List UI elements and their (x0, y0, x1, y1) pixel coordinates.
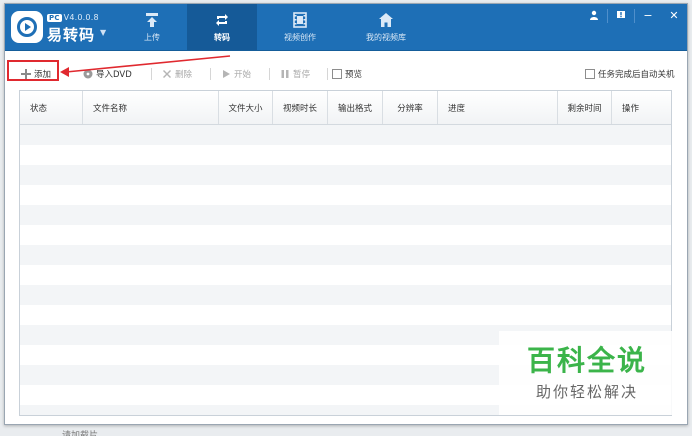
table-row (20, 165, 671, 185)
column-header-status[interactable]: 状态 (20, 91, 83, 124)
table-row (20, 125, 671, 145)
app-logo (11, 11, 43, 43)
preview-checkbox[interactable]: 预览 (332, 67, 362, 81)
tab-my-library[interactable]: 我的视频库 (343, 4, 429, 50)
convert-icon (214, 11, 230, 29)
minimize-button[interactable]: − (635, 4, 661, 26)
version-label: PC V4.0.0.8 (47, 13, 99, 22)
app-menu-caret-icon[interactable]: ▼ (100, 28, 106, 37)
disc-icon (83, 69, 93, 79)
table-row (20, 245, 671, 265)
table-row (20, 265, 671, 285)
toolbar-divider (151, 68, 152, 80)
pause-icon (280, 69, 290, 79)
window-controls: − ✕ (581, 4, 687, 28)
preview-label: 预览 (345, 70, 363, 80)
footer-partial-text: 请加载片 (62, 431, 99, 436)
import-dvd-label: 导入DVD (96, 70, 132, 80)
table-row (20, 285, 671, 305)
column-header-resolution[interactable]: 分辨率 (383, 91, 438, 124)
pause-label: 暂停 (293, 70, 311, 80)
upload-icon (144, 11, 160, 29)
table-row (20, 225, 671, 245)
table-row (20, 205, 671, 225)
table-header: 状态 文件名称 文件大小 视频时长 输出格式 分辨率 进度 剩余时间 操作 (20, 91, 671, 125)
delete-button[interactable]: 删除 (162, 67, 192, 81)
main-nav: 上传 转码 视频创作 我的视频库 (117, 4, 429, 50)
column-header-remaining[interactable]: 剩余时间 (558, 91, 612, 124)
play-icon (221, 69, 231, 79)
title-bar: PC V4.0.0.8 易转码 ▼ 上传 转码 视频创作 我的视频库 − ✕ (5, 4, 687, 51)
table-row (20, 305, 671, 325)
logo-icon (17, 17, 37, 37)
auto-shutdown-label: 任务完成后自动关机 (598, 70, 675, 80)
toolbar-divider (269, 68, 270, 80)
auto-shutdown-checkbox-box[interactable] (585, 69, 595, 79)
tab-video-create[interactable]: 视频创作 (257, 4, 343, 50)
watermark: 百科全说 助你轻松解决 (499, 331, 675, 415)
tab-my-library-label: 我的视频库 (366, 33, 406, 42)
tab-convert-label: 转码 (214, 33, 230, 42)
column-header-output-format[interactable]: 输出格式 (328, 91, 383, 124)
version-tag: PC (47, 14, 62, 22)
column-header-filename[interactable]: 文件名称 (83, 91, 219, 124)
toolbar: 添加 导入DVD 删除 开始 暂停 预览 任务完成后自动关机 (5, 51, 687, 89)
app-name: 易转码 (47, 26, 96, 44)
column-header-duration[interactable]: 视频时长 (273, 91, 328, 124)
column-header-progress[interactable]: 进度 (438, 91, 558, 124)
table-row (20, 145, 671, 165)
column-header-filesize[interactable]: 文件大小 (219, 91, 273, 124)
table-row (20, 185, 671, 205)
tab-upload[interactable]: 上传 (117, 4, 187, 50)
close-button[interactable]: ✕ (661, 4, 687, 26)
film-icon (293, 11, 307, 29)
auto-shutdown-checkbox[interactable]: 任务完成后自动关机 (585, 67, 675, 81)
watermark-main-text: 百科全说 (526, 343, 647, 377)
delete-label: 删除 (175, 70, 193, 80)
tab-convert[interactable]: 转码 (187, 4, 257, 50)
start-label: 开始 (234, 70, 252, 80)
tab-video-create-label: 视频创作 (284, 33, 316, 42)
toolbar-divider (327, 68, 328, 80)
delete-icon (162, 69, 172, 79)
preview-checkbox-box[interactable] (332, 69, 342, 79)
app-window: PC V4.0.0.8 易转码 ▼ 上传 转码 视频创作 我的视频库 − ✕ 添… (4, 3, 688, 425)
toolbar-divider (210, 68, 211, 80)
column-header-actions[interactable]: 操作 (612, 91, 671, 124)
pause-button[interactable]: 暂停 (280, 67, 310, 81)
start-button[interactable]: 开始 (221, 67, 251, 81)
notice-icon[interactable] (608, 4, 634, 26)
add-button-highlight (7, 60, 59, 81)
user-icon[interactable] (581, 4, 607, 26)
watermark-sub-text: 助你轻松解决 (535, 382, 638, 401)
tab-upload-label: 上传 (144, 33, 160, 42)
import-dvd-button[interactable]: 导入DVD (83, 67, 132, 81)
home-icon (378, 11, 394, 29)
